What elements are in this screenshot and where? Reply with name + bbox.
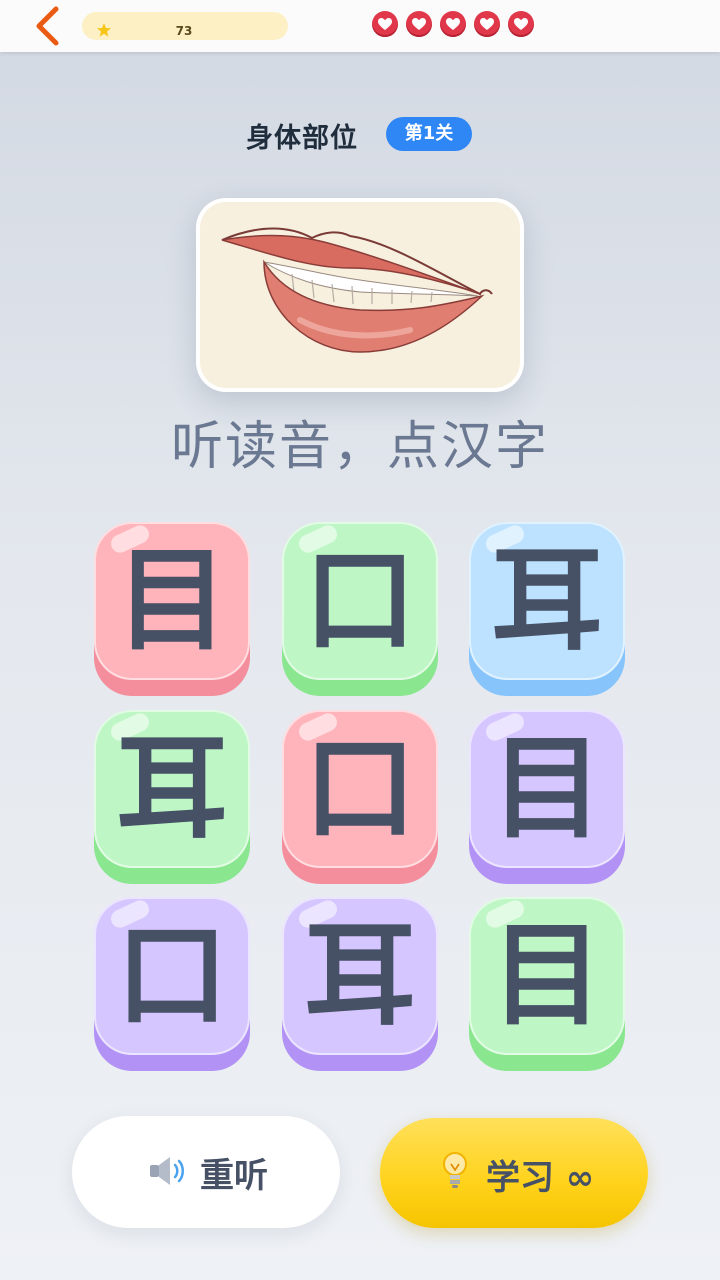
tile-character: 目	[491, 724, 603, 854]
tile-character: 耳	[491, 536, 603, 666]
title-row: 身体部位 第1关	[0, 112, 720, 156]
tile-character: 口	[304, 536, 416, 666]
level-badge: 第1关	[386, 117, 472, 151]
character-tile[interactable]: 耳	[94, 710, 250, 884]
character-tile[interactable]: 口	[282, 522, 438, 696]
character-tile[interactable]: 口	[94, 897, 250, 1071]
picture-card	[196, 198, 524, 392]
character-tile[interactable]: 耳	[469, 522, 625, 696]
tile-character: 目	[116, 536, 228, 666]
tile-character: 口	[116, 911, 228, 1041]
character-tile[interactable]: 目	[469, 710, 625, 884]
heart-icon	[406, 11, 432, 37]
heart-icon	[372, 11, 398, 37]
star-icon	[97, 23, 111, 37]
lives-hearts	[372, 11, 534, 37]
character-tile[interactable]: 目	[94, 522, 250, 696]
learn-label: 学习 ∞	[486, 1158, 595, 1198]
heart-icon	[508, 11, 534, 37]
chevron-left-icon	[36, 6, 59, 46]
replay-button[interactable]: 重听	[72, 1116, 340, 1228]
instruction-text: 听读音，点汉字	[170, 417, 549, 477]
heart-icon	[440, 11, 466, 37]
lightbulb-icon	[443, 1152, 467, 1188]
tile-character: 耳	[116, 724, 228, 854]
top-bar: 73	[0, 0, 720, 52]
back-button[interactable]	[22, 4, 72, 48]
character-tile[interactable]: 口	[282, 710, 438, 884]
heart-icon	[474, 11, 500, 37]
category-title: 身体部位	[246, 123, 358, 154]
coin-count: 73	[175, 24, 193, 38]
character-tile[interactable]: 目	[469, 897, 625, 1071]
tile-character: 口	[304, 724, 416, 854]
tile-character: 目	[491, 911, 603, 1041]
tile-character: 耳	[304, 911, 416, 1041]
character-tile[interactable]: 耳	[282, 897, 438, 1071]
lips-smile-illustration	[200, 202, 520, 388]
replay-label: 重听	[200, 1156, 268, 1196]
speaker-icon	[150, 1157, 184, 1185]
learn-button[interactable]: 学习 ∞	[380, 1118, 648, 1228]
